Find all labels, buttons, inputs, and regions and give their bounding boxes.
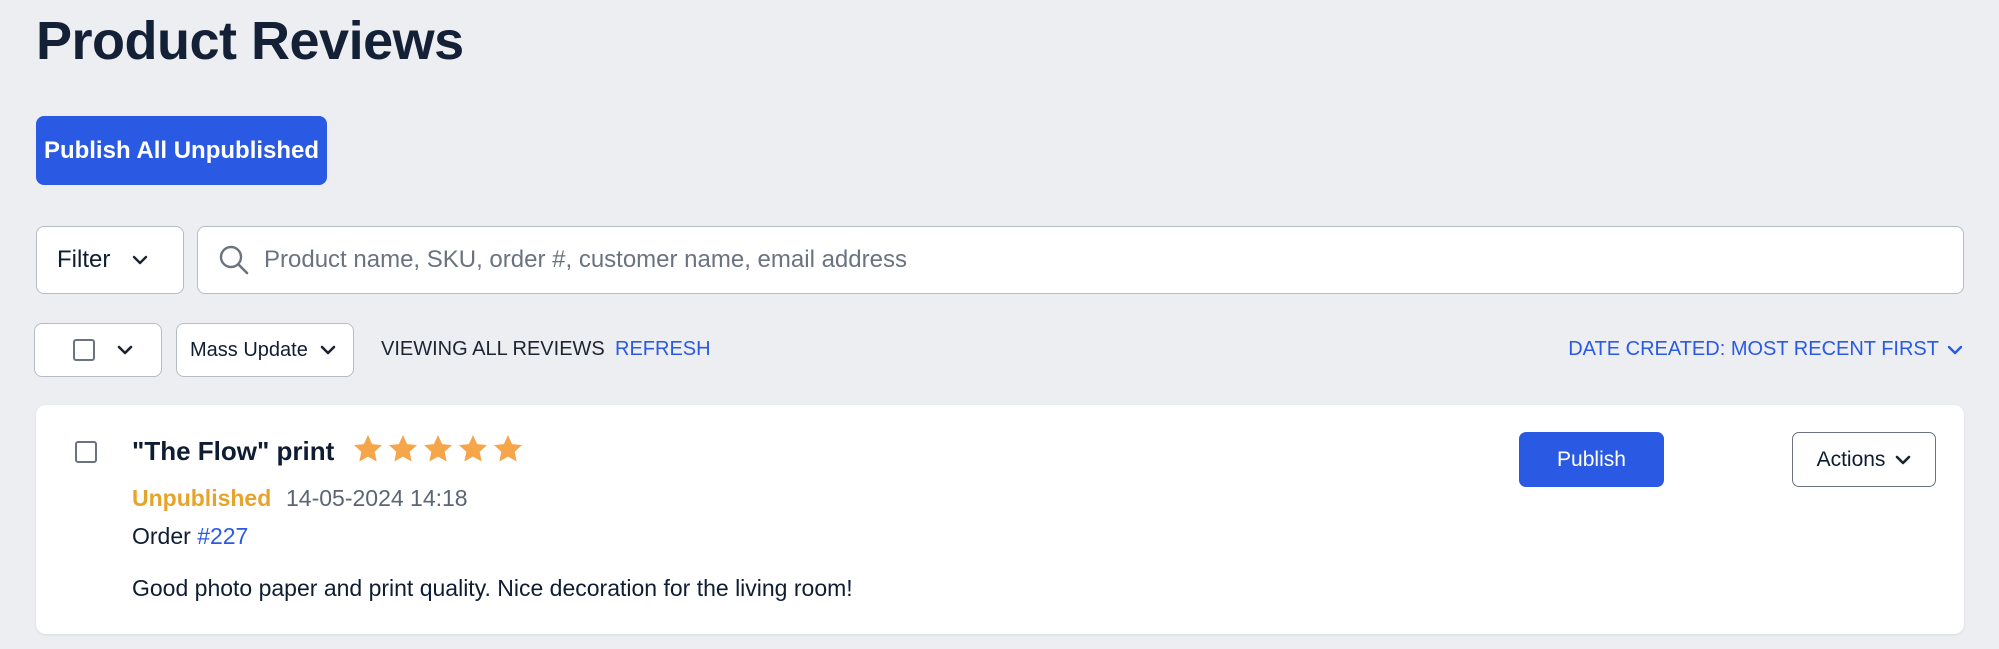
- refresh-link[interactable]: REFRESH: [615, 338, 711, 361]
- order-link[interactable]: #227: [197, 523, 248, 549]
- star-icon: [459, 435, 487, 462]
- star-icon: [494, 435, 522, 462]
- status-badge: Unpublished: [132, 485, 272, 511]
- review-text: Good photo paper and print quality. Nice…: [132, 575, 853, 601]
- review-card: "The Flow" print Unpublished 14-05-2024 …: [36, 405, 1964, 634]
- publish-button[interactable]: Publish: [1519, 432, 1664, 487]
- star-icon: [424, 435, 452, 462]
- order-prefix: Order: [132, 523, 191, 549]
- search-box[interactable]: [197, 226, 1964, 294]
- publish-all-unpublished-button[interactable]: Publish All Unpublished: [36, 116, 327, 185]
- star-icon: [354, 435, 382, 462]
- review-checkbox[interactable]: [75, 441, 97, 463]
- mass-update-label: Mass Update: [190, 338, 308, 361]
- sort-dropdown[interactable]: DATE CREATED: MOST RECENT FIRST: [1568, 338, 1963, 361]
- review-date: 14-05-2024 14:18: [286, 485, 468, 511]
- actions-dropdown[interactable]: Actions: [1792, 432, 1936, 487]
- chevron-down-icon: [1896, 455, 1911, 464]
- mass-update-dropdown[interactable]: Mass Update: [176, 323, 354, 377]
- star-icon: [389, 435, 417, 462]
- page-title: Product Reviews: [36, 11, 464, 71]
- chevron-down-icon[interactable]: [117, 345, 133, 355]
- filter-dropdown[interactable]: Filter: [36, 226, 184, 294]
- review-product-name: "The Flow" print: [132, 436, 335, 466]
- chevron-down-icon: [1947, 345, 1963, 354]
- chevron-down-icon: [320, 345, 336, 355]
- chevron-down-icon: [133, 255, 148, 265]
- filter-label: Filter: [57, 246, 111, 273]
- viewing-all-reviews-label: VIEWING ALL REVIEWS: [381, 338, 605, 360]
- star-rating: [352, 433, 524, 465]
- select-all-dropdown[interactable]: [34, 323, 162, 377]
- sort-label: DATE CREATED: MOST RECENT FIRST: [1568, 338, 1939, 360]
- search-icon: [219, 245, 249, 275]
- search-input[interactable]: [262, 245, 1963, 275]
- actions-label: Actions: [1816, 447, 1886, 471]
- order-line: Order #227: [132, 523, 248, 550]
- select-all-checkbox[interactable]: [73, 339, 95, 361]
